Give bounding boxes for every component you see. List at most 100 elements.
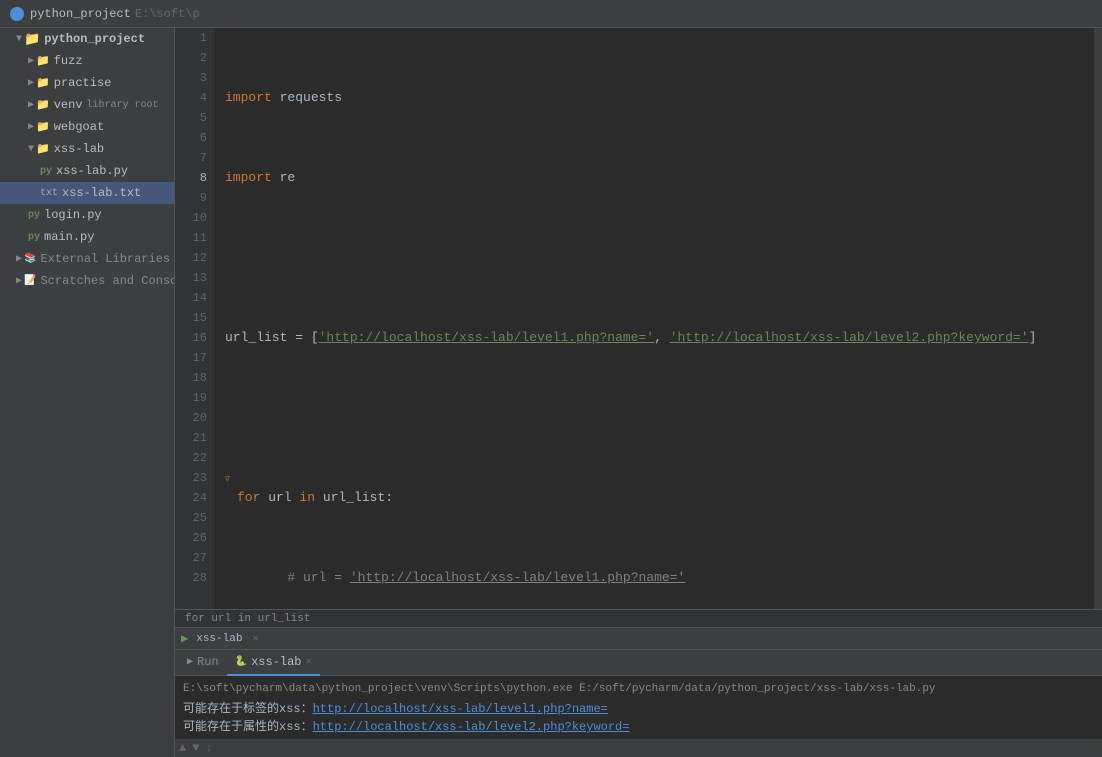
code-line-6: ▽ for url in url_list: <box>225 488 1094 508</box>
ln-6: 6 <box>175 128 207 148</box>
tab-close-icon[interactable]: ✕ <box>306 656 312 668</box>
sidebar-item-fuzz[interactable]: ▶ 📁 fuzz <box>0 50 174 72</box>
sidebar-item-xss-lab-txt[interactable]: txt xss-lab.txt <box>0 182 174 204</box>
arrow-down-icon: ▼ <box>28 144 34 155</box>
arrow-right-icon: ▶ <box>28 55 34 67</box>
folder-icon: 📁 <box>36 120 50 134</box>
console-label-1: 可能存在于标签的xss： <box>183 700 313 718</box>
sidebar-item-practise[interactable]: ▶ 📁 practise <box>0 72 174 94</box>
folder-icon: 📁 <box>36 98 50 112</box>
ln-1: 1 <box>175 28 207 48</box>
ln-25: 25 <box>175 508 207 528</box>
sidebar-item-external-libraries[interactable]: ▶ 📚 External Libraries <box>0 248 174 270</box>
code-line-4: url_list = ['http://localhost/xss-lab/le… <box>225 328 1094 348</box>
sidebar-item-python-project[interactable]: ▼ 📁 python_project <box>0 28 174 50</box>
bottom-scroll-bar: for url in url_list <box>175 609 1102 627</box>
run-tab-icon: ▶ <box>187 656 193 668</box>
arrow-right-icon: ▶ <box>28 121 34 133</box>
run-path-line: E:\soft\pycharm\data\python_project\venv… <box>183 680 1094 698</box>
console-output-2: 可能存在于属性的xss： http://localhost/xss-lab/le… <box>183 718 1094 736</box>
python-file-icon: py <box>28 210 40 221</box>
ln-20: 20 <box>175 408 207 428</box>
ln-7: 7 <box>175 148 207 168</box>
ln-10: 10 <box>175 208 207 228</box>
folder-icon: 📁 <box>36 76 50 90</box>
line-numbers: 1 2 3 4 5 6 7 8 9 10 11 12 13 14 15 16 1… <box>175 28 215 609</box>
sidebar-item-webgoat[interactable]: ▶ 📁 webgoat <box>0 116 174 138</box>
python-file-icon: py <box>40 166 52 177</box>
xss-lab-tab-label: xss-lab <box>251 655 301 669</box>
webgoat-label: webgoat <box>54 120 104 134</box>
console-label-2: 可能存在于属性的xss： <box>183 718 313 736</box>
console-area: ▶ xss-lab ✕ ▶ Run 🐍 xss-lab ✕ <box>175 627 1102 757</box>
ln-24: 24 <box>175 488 207 508</box>
python-file-icon: py <box>28 232 40 243</box>
code-line-2: import re <box>225 168 1094 188</box>
sidebar-item-main-py[interactable]: py main.py <box>0 226 174 248</box>
left-controls: ▲ ▼ ↓ <box>179 741 213 755</box>
code-line-1: import requests <box>225 88 1094 108</box>
venv-label: venv <box>54 98 83 112</box>
console-link-2[interactable]: http://localhost/xss-lab/level2.php?keyw… <box>313 718 630 736</box>
code-editor[interactable]: 1 2 3 4 5 6 7 8 9 10 11 12 13 14 15 16 1… <box>175 28 1102 609</box>
up-arrow-btn[interactable]: ▲ <box>179 741 186 755</box>
xss-lab-folder-label: xss-lab <box>54 142 104 156</box>
console-content: E:\soft\pycharm\data\python_project\venv… <box>175 676 1102 739</box>
run-bar: ▶ xss-lab ✕ <box>175 628 1102 650</box>
tab-run[interactable]: ▶ Run <box>179 650 227 676</box>
bottom-controls: ▲ ▼ ↓ <box>175 739 1102 757</box>
xss-lab-tab-icon: 🐍 <box>235 656 247 668</box>
ln-11: 11 <box>175 228 207 248</box>
code-scrollbar[interactable] <box>1094 28 1102 609</box>
login-py-label: login.py <box>44 208 102 222</box>
python-icon <box>10 7 24 21</box>
external-libraries-label: External Libraries <box>40 252 170 266</box>
ln-27: 27 <box>175 548 207 568</box>
ln-15: 15 <box>175 308 207 328</box>
venv-badge: library root <box>87 100 159 111</box>
sidebar-item-xss-lab-folder[interactable]: ▼ 📁 xss-lab <box>0 138 174 160</box>
sidebar-item-venv[interactable]: ▶ 📁 venv library root <box>0 94 174 116</box>
run-path-text: E:\soft\pycharm\data\python_project\venv… <box>183 683 936 695</box>
arrow-right-icon: ▶ <box>28 77 34 89</box>
close-tab-icon[interactable]: ✕ <box>252 633 258 645</box>
code-line-5 <box>225 408 1094 428</box>
ln-21: 21 <box>175 428 207 448</box>
bottom-scroll-text: for url in url_list <box>185 613 310 625</box>
scratches-label: Scratches and Consoles <box>40 274 174 288</box>
xss-lab-py-label: xss-lab.py <box>56 164 128 178</box>
run-tab-label: Run <box>197 655 219 669</box>
main-py-label: main.py <box>44 230 94 244</box>
external-libraries-icon: 📚 <box>24 253 36 265</box>
console-link-1[interactable]: http://localhost/xss-lab/level1.php?name… <box>313 700 608 718</box>
title-bar: python_project E:\soft\p <box>0 0 1102 28</box>
scroll-down-btn[interactable]: ↓ <box>205 741 212 755</box>
run-name: xss-lab <box>196 633 242 645</box>
fuzz-label: fuzz <box>54 54 83 68</box>
ln-23: 23 <box>175 468 207 488</box>
ln-12: 12 <box>175 248 207 268</box>
sidebar-item-xss-lab-py[interactable]: py xss-lab.py <box>0 160 174 182</box>
arrow-icon: ▼ <box>16 34 22 45</box>
code-text[interactable]: import requests import re url_list = ['h… <box>215 28 1094 609</box>
ln-4: 4 <box>175 88 207 108</box>
arrow-right-icon: ▶ <box>16 253 22 265</box>
folder-icon: 📁 <box>36 142 50 156</box>
run-icon: ▶ <box>181 631 188 646</box>
sidebar-item-scratches[interactable]: ▶ 📝 Scratches and Consoles <box>0 270 174 292</box>
ln-14: 14 <box>175 288 207 308</box>
ln-17: 17 <box>175 348 207 368</box>
console-tabs: ▶ Run 🐍 xss-lab ✕ <box>175 650 1102 676</box>
arrow-right-icon: ▶ <box>28 99 34 111</box>
ln-19: 19 <box>175 388 207 408</box>
ln-28: 28 <box>175 568 207 588</box>
sidebar-item-login-py[interactable]: py login.py <box>0 204 174 226</box>
ln-13: 13 <box>175 268 207 288</box>
console-output-1: 可能存在于标签的xss： http://localhost/xss-lab/le… <box>183 700 1094 718</box>
code-line-7: # url = 'http://localhost/xss-lab/level1… <box>225 568 1094 588</box>
arrow-right-icon: ▶ <box>16 275 22 287</box>
down-arrow-btn[interactable]: ▼ <box>192 741 199 755</box>
tab-xss-lab[interactable]: 🐍 xss-lab ✕ <box>227 650 320 676</box>
project-label: python_project <box>44 32 145 46</box>
ln-2: 2 <box>175 48 207 68</box>
